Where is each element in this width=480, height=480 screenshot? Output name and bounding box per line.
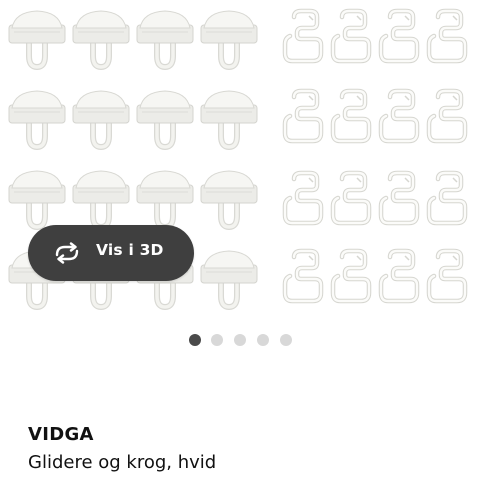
glider-item-image <box>8 8 66 70</box>
glider-item-image <box>136 8 194 70</box>
glider-item-image <box>72 168 130 230</box>
glider-item-image <box>136 168 194 230</box>
hook-item-image <box>328 248 376 304</box>
hook-item-image <box>280 88 328 144</box>
glider-item-image <box>200 88 258 150</box>
glider-item-image <box>72 8 130 70</box>
glider-item-image <box>200 248 258 310</box>
hook-item-image <box>424 170 472 226</box>
glider-item-image <box>72 88 130 150</box>
glider-item-image <box>8 88 66 150</box>
hook-item-image <box>376 170 424 226</box>
view-in-3d-button[interactable]: Vis i 3D <box>28 225 194 281</box>
pagination-dot-2[interactable] <box>211 334 223 346</box>
product-description: Glidere og krog, hvid <box>28 452 217 473</box>
pagination-dot-5[interactable] <box>280 334 292 346</box>
glider-item-image <box>200 168 258 230</box>
glider-item-image <box>8 168 66 230</box>
hook-item-image <box>424 8 472 64</box>
hook-item-image <box>424 88 472 144</box>
hook-item-image <box>376 248 424 304</box>
glider-item-image <box>136 88 194 150</box>
product-name: VIDGA <box>28 424 94 445</box>
hook-item-image <box>280 8 328 64</box>
view-in-3d-label: Vis i 3D <box>96 241 164 259</box>
hook-item-image <box>328 88 376 144</box>
hook-item-image <box>424 248 472 304</box>
hook-item-image <box>328 170 376 226</box>
hook-item-image <box>376 8 424 64</box>
gallery-pagination <box>187 334 297 348</box>
pagination-dot-3[interactable] <box>234 334 246 346</box>
hook-item-image <box>328 8 376 64</box>
hook-item-image <box>280 170 328 226</box>
hook-item-image <box>376 88 424 144</box>
glider-item-image <box>200 8 258 70</box>
hook-item-image <box>280 248 328 304</box>
rotate-arrows-icon <box>55 242 79 264</box>
pagination-dot-1[interactable] <box>189 334 201 346</box>
pagination-dot-4[interactable] <box>257 334 269 346</box>
